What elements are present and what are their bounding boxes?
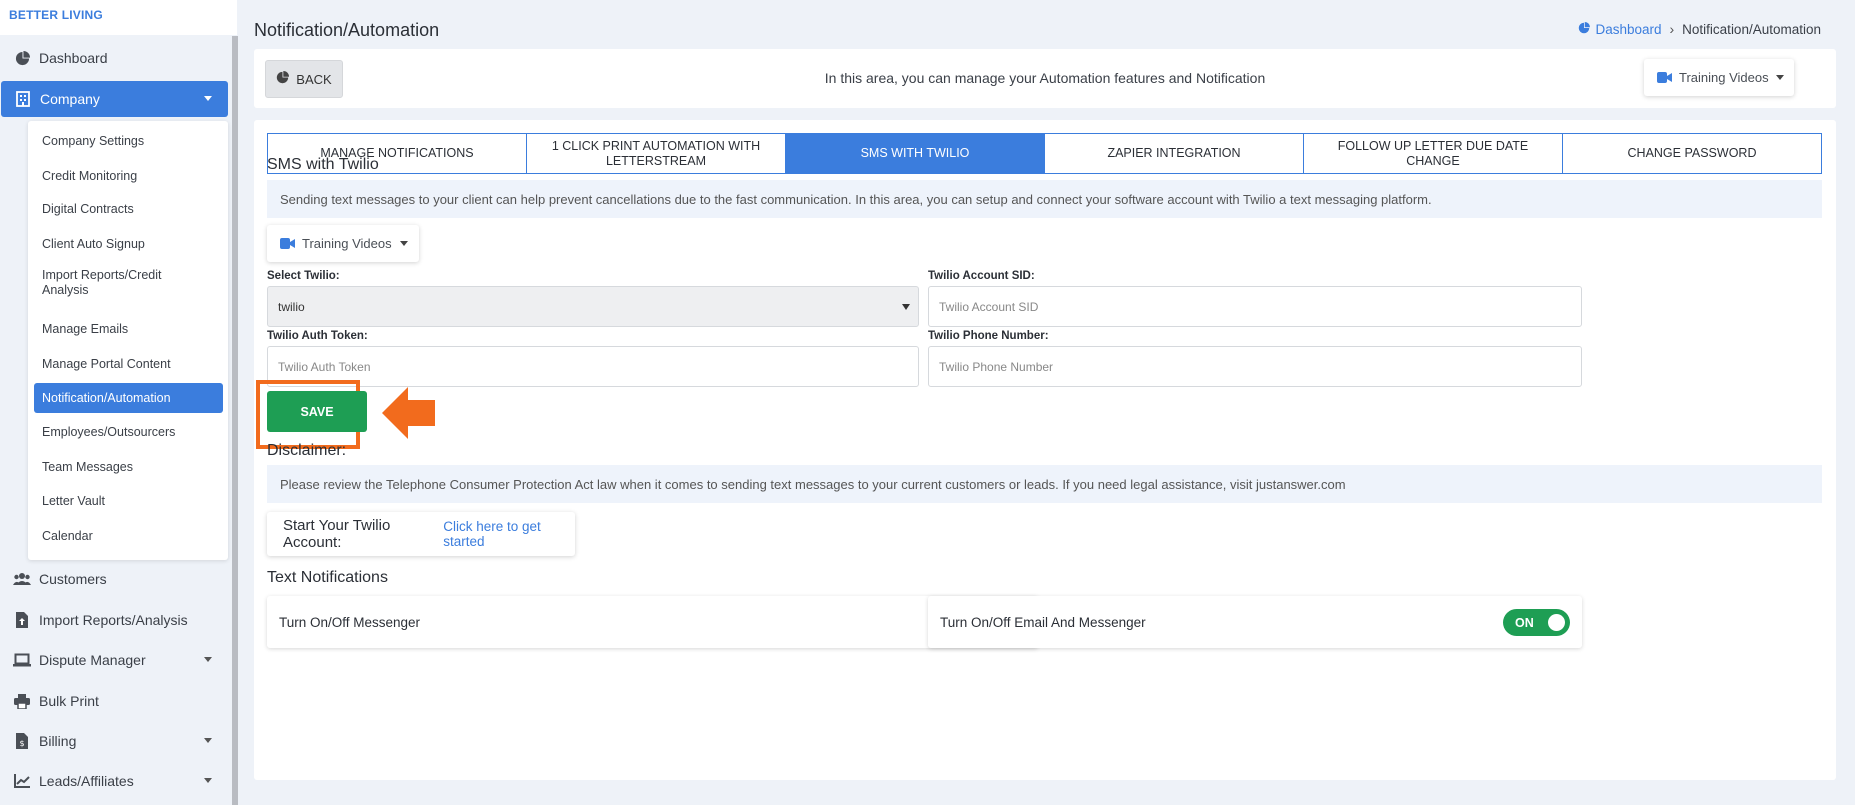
select-twilio-label: Select Twilio: — [267, 270, 340, 282]
auth-token-label: Twilio Auth Token: — [267, 330, 368, 342]
video-camera-icon — [1657, 72, 1672, 83]
sidebar-item-import-reports[interactable]: Import Reports/Analysis — [0, 602, 228, 638]
submenu-item-manage-emails[interactable]: Manage Emails — [34, 314, 223, 344]
training-videos-dropdown[interactable]: Training Videos — [1644, 59, 1794, 96]
submenu-item-notification-automation[interactable]: Notification/Automation — [34, 383, 223, 413]
sidebar-item-label: Bulk Print — [39, 693, 99, 709]
submenu-item-company-settings[interactable]: Company Settings — [34, 126, 223, 156]
arrow-left-icon — [382, 387, 442, 444]
sidebar-item-dashboard[interactable]: Dashboard — [0, 40, 228, 76]
sidebar-item-dispute-manager[interactable]: Dispute Manager — [0, 642, 228, 678]
sidebar-item-company[interactable]: Company — [1, 81, 228, 117]
start-twilio-label: Start Your Twilio Account: — [283, 517, 391, 551]
pie-chart-icon — [13, 50, 31, 66]
sidebar-item-leads-affiliates[interactable]: Leads/Affiliates — [0, 763, 228, 799]
sidebar-item-label: Import Reports/Analysis — [39, 612, 188, 628]
sidebar-item-billing[interactable]: $ Billing — [0, 723, 228, 759]
phone-number-input[interactable]: Twilio Phone Number — [928, 346, 1582, 387]
sidebar: BETTER LIVING Dashboard Company Company … — [0, 0, 238, 805]
users-icon — [13, 571, 31, 587]
chart-line-icon — [13, 773, 31, 789]
select-twilio-dropdown[interactable]: twilio — [267, 286, 919, 327]
chevron-down-icon — [204, 657, 212, 662]
printer-icon — [13, 693, 31, 709]
email-messenger-toggle-label: Turn On/Off Email And Messenger — [940, 614, 1146, 630]
get-started-link[interactable]: Click here to get started — [443, 519, 575, 549]
training-videos-label: Training Videos — [1679, 70, 1769, 85]
save-button[interactable]: SAVE — [267, 391, 367, 432]
auth-token-input[interactable]: Twilio Auth Token — [267, 346, 919, 387]
sms-description: Sending text messages to your client can… — [267, 180, 1822, 218]
submenu-item-letter-vault[interactable]: Letter Vault — [34, 486, 223, 516]
submenu-item-calendar[interactable]: Calendar — [34, 521, 223, 551]
submenu-item-team-messages[interactable]: Team Messages — [34, 452, 223, 482]
chevron-down-icon — [400, 241, 408, 246]
chevron-down-icon — [204, 738, 212, 743]
toggle-knob — [1548, 614, 1565, 631]
sidebar-item-label: Leads/Affiliates — [39, 773, 134, 789]
laptop-icon — [13, 652, 31, 668]
submenu-item-manage-portal-content[interactable]: Manage Portal Content — [34, 349, 223, 379]
chevron-down-icon — [902, 304, 910, 310]
pie-chart-icon — [1578, 21, 1591, 37]
money-icon: $ — [13, 733, 31, 749]
settings-card: MANAGE NOTIFICATIONS 1 CLICK PRINT AUTOM… — [254, 120, 1836, 780]
chevron-down-icon — [204, 778, 212, 783]
submenu-item-digital-contracts[interactable]: Digital Contracts — [34, 194, 223, 224]
text-notifications-title: Text Notifications — [267, 569, 388, 586]
breadcrumb-current: Notification/Automation — [1682, 21, 1821, 37]
account-sid-input[interactable]: Twilio Account SID — [928, 286, 1582, 327]
info-text: In this area, you can manage your Automa… — [824, 70, 1266, 86]
select-twilio-value: twilio — [278, 299, 305, 314]
page-title: Notification/Automation — [254, 20, 440, 40]
tab-follow-up-letter[interactable]: FOLLOW UP LETTER DUE DATE CHANGE — [1304, 134, 1563, 173]
training-videos-label: Training Videos — [302, 236, 392, 251]
tab-change-password[interactable]: CHANGE PASSWORD — [1563, 134, 1821, 173]
submenu-item-client-auto-signup[interactable]: Client Auto Signup — [34, 229, 223, 259]
tab-print-automation[interactable]: 1 CLICK PRINT AUTOMATION WITH LETTERSTRE… — [527, 134, 786, 173]
toggle-state: ON — [1515, 615, 1534, 630]
breadcrumb: Dashboard › Notification/Automation — [1578, 21, 1821, 37]
tab-sms-twilio[interactable]: SMS WITH TWILIO — [786, 134, 1045, 173]
start-twilio-box: Start Your Twilio Account: Click here to… — [267, 512, 575, 556]
sms-training-videos-dropdown[interactable]: Training Videos — [267, 225, 419, 262]
file-upload-icon — [13, 612, 31, 628]
chevron-down-icon — [1776, 75, 1784, 80]
video-camera-icon — [280, 238, 295, 249]
sidebar-item-label: Billing — [39, 733, 77, 749]
brand-logo: BETTER LIVING — [0, 0, 237, 35]
email-messenger-toggle[interactable]: ON — [1503, 609, 1570, 636]
submenu-item-import-reports[interactable]: Import Reports/Credit Analysis — [34, 263, 184, 303]
chevron-down-icon — [204, 96, 212, 101]
sidebar-scrollbar[interactable] — [232, 36, 238, 805]
sidebar-item-customers[interactable]: Customers — [0, 561, 228, 597]
svg-text:$: $ — [19, 739, 24, 748]
breadcrumb-home[interactable]: Dashboard — [1578, 21, 1662, 37]
sidebar-item-label: Company — [40, 91, 100, 107]
sidebar-item-label: Dashboard — [39, 50, 108, 66]
sidebar-item-label: Dispute Manager — [39, 652, 146, 668]
disclaimer-text: Please review the Telephone Consumer Pro… — [267, 465, 1822, 503]
email-messenger-toggle-card: Turn On/Off Email And Messenger ON — [928, 596, 1582, 648]
breadcrumb-home-label: Dashboard — [1595, 21, 1662, 37]
submenu-item-employees[interactable]: Employees/Outsourcers — [34, 417, 223, 447]
account-sid-label: Twilio Account SID: — [928, 270, 1035, 282]
submenu-item-credit-monitoring[interactable]: Credit Monitoring — [34, 161, 223, 191]
messenger-toggle-card: Turn On/Off Messenger ON — [267, 596, 1038, 648]
building-icon — [14, 91, 32, 107]
tab-bar: MANAGE NOTIFICATIONS 1 CLICK PRINT AUTOM… — [267, 133, 1822, 174]
tab-zapier[interactable]: ZAPIER INTEGRATION — [1045, 134, 1304, 173]
chevron-right-icon: › — [1669, 21, 1675, 37]
company-submenu: Company Settings Credit Monitoring Digit… — [28, 121, 228, 560]
info-bar: BACK In this area, you can manage your A… — [254, 49, 1836, 108]
sms-section-title: SMS with Twilio — [267, 156, 379, 173]
sidebar-item-label: Customers — [39, 571, 107, 587]
messenger-toggle-label: Turn On/Off Messenger — [279, 614, 421, 630]
sidebar-item-bulk-print[interactable]: Bulk Print — [0, 683, 228, 719]
disclaimer-title: Disclaimer: — [267, 442, 347, 459]
phone-number-label: Twilio Phone Number: — [928, 330, 1049, 342]
